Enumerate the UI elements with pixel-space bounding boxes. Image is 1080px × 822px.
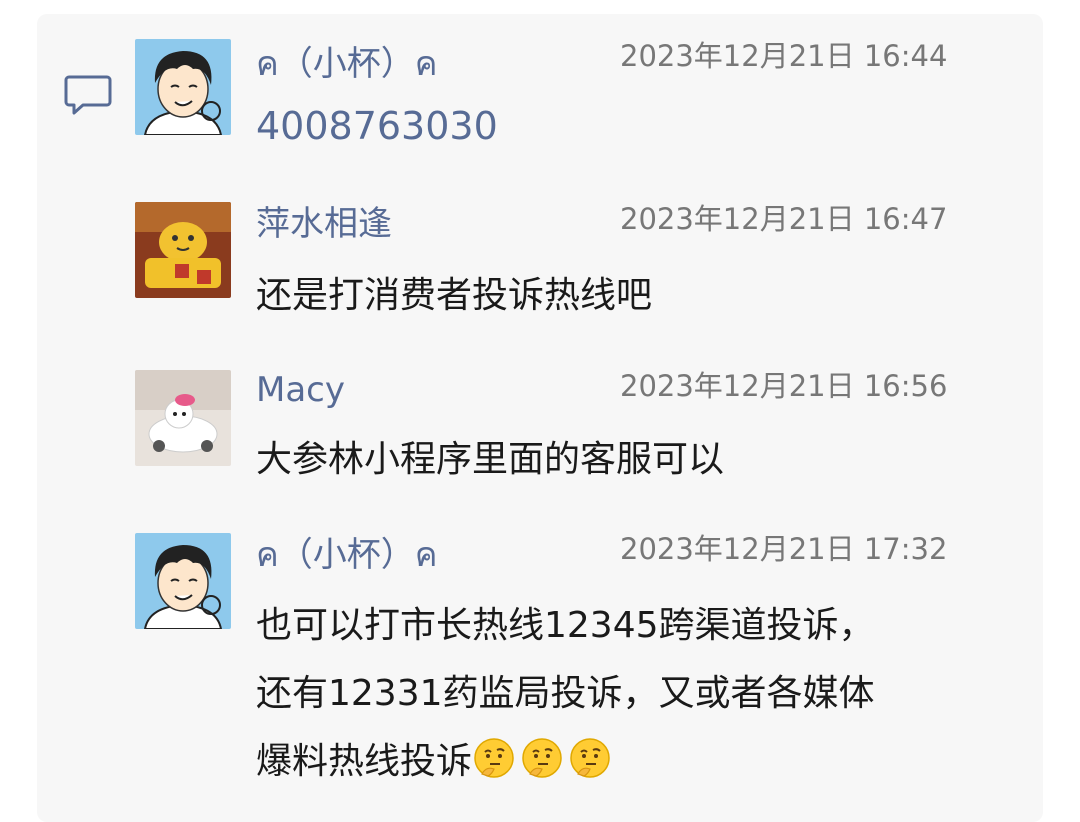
comment-text[interactable]: 4008763030 [256,92,1036,160]
comment-text-line-content: 爆料热线投诉 [256,741,473,782]
emoji-group [472,729,616,797]
comment-timestamp: 2023年12月21日 17:32 [620,532,948,566]
comment-timestamp: 2023年12月21日 16:56 [620,369,948,403]
comment-text[interactable]: 也可以打市长热线12345跨渠道投诉， 还有12331药监局投诉，又或者各媒体 … [256,592,1036,797]
comment-timestamp: 2023年12月21日 16:47 [620,202,948,236]
comment-author[interactable]: Macy [256,370,345,410]
comment-icon[interactable] [63,73,113,117]
avatar[interactable] [135,533,231,629]
comment-text[interactable]: 还是打消费者投诉热线吧 [256,262,1036,330]
avatar[interactable] [135,370,231,466]
comment-text[interactable]: 大参林小程序里面的客服可以 [256,426,1036,494]
thinking-face-icon [570,738,610,778]
comment-author[interactable]: ค（小杯）ค [256,44,438,84]
comment-text-line: 也可以打市长热线12345跨渠道投诉， [256,605,875,646]
thinking-face-icon [474,738,514,778]
comment-timestamp: 2023年12月21日 16:44 [620,39,948,73]
avatar[interactable] [135,202,231,298]
comment-author[interactable]: 萍水相逢 [256,204,392,244]
comment-author[interactable]: ค（小杯）ค [256,535,438,575]
comment-text-line: 还有12331药监局投诉，又或者各媒体 [256,673,875,714]
avatar[interactable] [135,39,231,135]
thinking-face-icon [522,738,562,778]
comment-text-line: 爆料热线投诉 [256,728,1036,797]
